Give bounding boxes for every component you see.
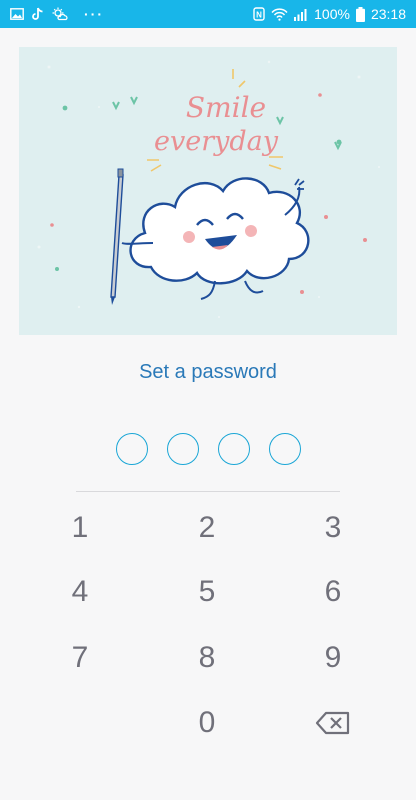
pin-dot	[166, 433, 199, 465]
hero-line2: everyday	[154, 126, 279, 157]
pin-indicator	[0, 433, 416, 465]
key-2[interactable]: 2	[162, 500, 252, 556]
key-7[interactable]: 7	[35, 630, 125, 686]
key-8[interactable]: 8	[162, 630, 252, 686]
key-3[interactable]: 3	[288, 500, 378, 556]
backspace-button[interactable]	[288, 695, 378, 751]
svg-text:N: N	[256, 11, 262, 20]
backspace-icon	[315, 711, 350, 735]
hero-line1: Smile	[186, 91, 266, 124]
signal-icon	[294, 8, 308, 21]
pin-dot	[217, 433, 250, 465]
weather-icon	[52, 7, 68, 21]
key-9[interactable]: 9	[288, 630, 378, 686]
status-right: N 100% 23:18	[253, 6, 406, 22]
battery-icon	[355, 6, 365, 22]
tiktok-icon	[32, 7, 44, 21]
key-5[interactable]: 5	[162, 564, 252, 620]
nfc-icon: N	[253, 7, 265, 21]
status-bar: ··· N 100% 23:18	[0, 0, 416, 28]
divider	[76, 491, 340, 492]
key-1[interactable]: 1	[35, 500, 125, 556]
more-notifications: ···	[84, 6, 104, 22]
key-6[interactable]: 6	[288, 564, 378, 620]
set-password-prompt: Set a password	[139, 361, 277, 383]
key-0[interactable]: 0	[162, 695, 252, 751]
gallery-icon	[10, 8, 24, 20]
wifi-icon	[271, 7, 288, 21]
clock: 23:18	[370, 6, 406, 22]
hero-illustration: Smile everyday	[19, 47, 397, 335]
key-4[interactable]: 4	[35, 564, 125, 620]
battery-percent: 100%	[314, 6, 350, 22]
pin-dot	[115, 433, 148, 465]
pin-dot	[268, 433, 301, 465]
status-left: ···	[10, 6, 104, 22]
